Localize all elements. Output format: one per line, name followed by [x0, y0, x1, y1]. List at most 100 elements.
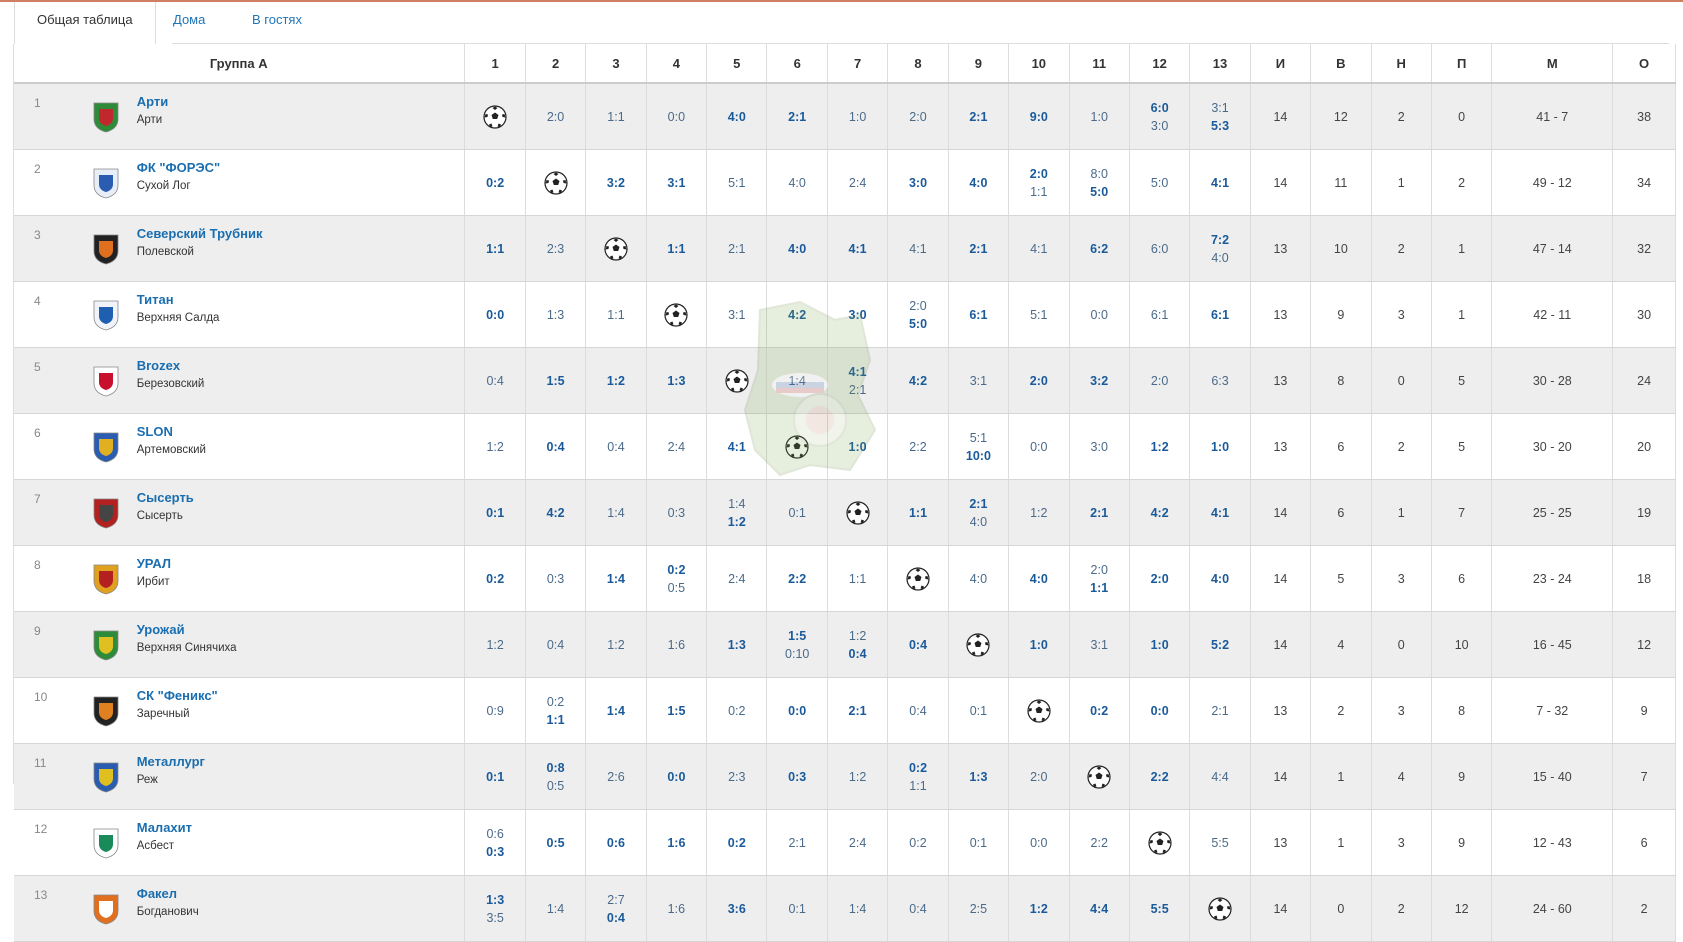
match-score[interactable]: 3:1	[707, 306, 766, 324]
team-name-link[interactable]: Титан	[137, 292, 174, 307]
match-score[interactable]: 3:6	[707, 900, 766, 918]
match-score[interactable]: 4:0	[1190, 249, 1249, 267]
match-score[interactable]: 0:4	[465, 372, 524, 390]
match-score[interactable]: 0:4	[526, 438, 585, 456]
match-score[interactable]: 2:1	[828, 702, 887, 720]
match-score[interactable]: 5:5	[1190, 834, 1249, 852]
match-score[interactable]: 1:1	[465, 240, 524, 258]
match-score[interactable]: 0:0	[647, 768, 706, 786]
match-score[interactable]: 1:5	[767, 627, 826, 645]
match-score[interactable]: 9:0	[1009, 108, 1068, 126]
match-score[interactable]: 0:1	[465, 504, 524, 522]
match-score[interactable]: 5:0	[888, 315, 947, 333]
match-score[interactable]: 0:1	[949, 834, 1008, 852]
match-score[interactable]: 0:3	[647, 504, 706, 522]
match-score[interactable]: 0:4	[888, 702, 947, 720]
match-score[interactable]: 6:0	[1130, 99, 1189, 117]
match-score[interactable]: 4:1	[707, 438, 766, 456]
match-score[interactable]: 1:1	[526, 711, 585, 729]
match-score[interactable]: 1:3	[526, 306, 585, 324]
team-name-link[interactable]: СК "Феникс"	[137, 688, 218, 703]
match-score[interactable]: 4:0	[949, 513, 1008, 531]
team-name-link[interactable]: ФК "ФОРЭС"	[137, 160, 220, 175]
team-name-link[interactable]: Северский Трубник	[137, 226, 263, 241]
match-score[interactable]: 1:0	[1130, 636, 1189, 654]
match-score[interactable]: 4:4	[1190, 768, 1249, 786]
match-score[interactable]: 6:3	[1190, 372, 1249, 390]
match-score[interactable]: 3:2	[586, 174, 645, 192]
match-score[interactable]: 0:9	[465, 702, 524, 720]
team-name-link[interactable]: Малахит	[137, 820, 192, 835]
match-score[interactable]: 2:3	[526, 240, 585, 258]
match-score[interactable]: 2:0	[1130, 372, 1189, 390]
match-score[interactable]: 0:6	[465, 825, 524, 843]
match-score[interactable]: 4:0	[1009, 570, 1068, 588]
match-score[interactable]: 0:1	[767, 900, 826, 918]
match-score[interactable]: 2:1	[949, 108, 1008, 126]
match-score[interactable]: 2:0	[1070, 561, 1129, 579]
match-score[interactable]: 1:2	[465, 636, 524, 654]
match-score[interactable]: 4:2	[526, 504, 585, 522]
match-score[interactable]: 1:1	[586, 108, 645, 126]
match-score[interactable]: 5:5	[1130, 900, 1189, 918]
match-score[interactable]: 3:1	[647, 174, 706, 192]
match-score[interactable]: 0:5	[526, 834, 585, 852]
match-score[interactable]: 0:2	[647, 561, 706, 579]
match-score[interactable]: 2:1	[828, 381, 887, 399]
match-score[interactable]: 0:2	[465, 174, 524, 192]
match-score[interactable]: 2:4	[647, 438, 706, 456]
match-score[interactable]: 0:4	[586, 438, 645, 456]
match-score[interactable]: 3:0	[888, 174, 947, 192]
match-score[interactable]: 1:3	[707, 636, 766, 654]
match-score[interactable]: 2:4	[707, 570, 766, 588]
match-score[interactable]: 5:2	[1190, 636, 1249, 654]
match-score[interactable]: 1:6	[647, 900, 706, 918]
match-score[interactable]: 0:2	[465, 570, 524, 588]
match-score[interactable]: 0:5	[647, 579, 706, 597]
match-score[interactable]: 4:1	[828, 363, 887, 381]
match-score[interactable]: 3:2	[1070, 372, 1129, 390]
match-score[interactable]: 1:4	[526, 900, 585, 918]
match-score[interactable]: 0:4	[586, 909, 645, 927]
match-score[interactable]: 0:3	[767, 768, 826, 786]
match-score[interactable]: 0:0	[465, 306, 524, 324]
team-name-link[interactable]: Арти	[137, 94, 169, 109]
match-score[interactable]: 1:0	[1070, 108, 1129, 126]
match-score[interactable]: 2:6	[586, 768, 645, 786]
match-score[interactable]: 1:2	[828, 768, 887, 786]
match-score[interactable]: 4:0	[1190, 570, 1249, 588]
match-score[interactable]: 2:2	[767, 570, 826, 588]
match-score[interactable]: 6:0	[1130, 240, 1189, 258]
match-score[interactable]: 2:1	[1070, 504, 1129, 522]
match-score[interactable]: 1:4	[586, 702, 645, 720]
match-score[interactable]: 1:2	[828, 627, 887, 645]
match-score[interactable]: 1:4	[707, 495, 766, 513]
match-score[interactable]: 0:2	[888, 834, 947, 852]
match-score[interactable]: 1:1	[828, 570, 887, 588]
match-score[interactable]: 0:4	[526, 636, 585, 654]
match-score[interactable]: 0:0	[1009, 438, 1068, 456]
match-score[interactable]: 1:4	[586, 570, 645, 588]
match-score[interactable]: 5:0	[1070, 183, 1129, 201]
match-score[interactable]: 4:0	[767, 174, 826, 192]
match-score[interactable]: 2:2	[888, 438, 947, 456]
match-score[interactable]: 2:4	[828, 174, 887, 192]
team-name-link[interactable]: SLON	[137, 424, 173, 439]
match-score[interactable]: 4:4	[1070, 900, 1129, 918]
match-score[interactable]: 2:0	[1130, 570, 1189, 588]
match-score[interactable]: 2:2	[1070, 834, 1129, 852]
tab-home[interactable]: Дома	[173, 2, 205, 44]
match-score[interactable]: 4:1	[828, 240, 887, 258]
match-score[interactable]: 0:3	[526, 570, 585, 588]
match-score[interactable]: 5:3	[1190, 117, 1249, 135]
match-score[interactable]: 4:0	[767, 240, 826, 258]
match-score[interactable]: 0:10	[767, 645, 826, 663]
match-score[interactable]: 2:5	[949, 900, 1008, 918]
match-score[interactable]: 0:5	[526, 777, 585, 795]
match-score[interactable]: 0:4	[888, 636, 947, 654]
match-score[interactable]: 4:0	[949, 570, 1008, 588]
match-score[interactable]: 2:0	[888, 297, 947, 315]
match-score[interactable]: 0:4	[828, 645, 887, 663]
team-name-link[interactable]: Факел	[137, 886, 177, 901]
match-score[interactable]: 4:0	[949, 174, 1008, 192]
